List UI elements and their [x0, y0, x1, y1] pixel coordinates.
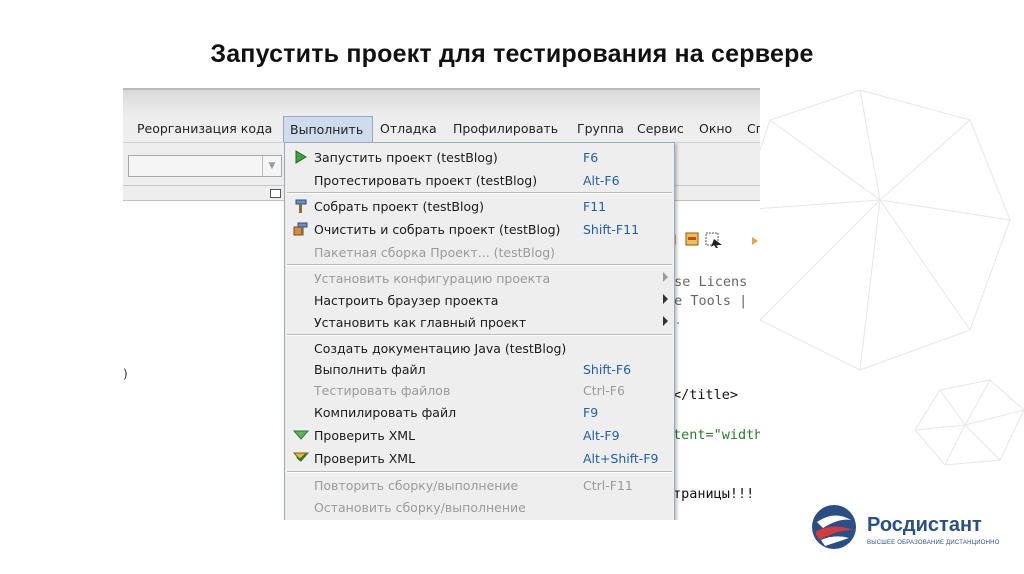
logo-globe-icon [812, 505, 856, 549]
menu-window[interactable]: Окно [699, 121, 732, 136]
menu-item-set-main-project[interactable]: Установить как главный проект [285, 312, 674, 332]
menu-separator [287, 471, 672, 473]
menu-item-test-project[interactable]: Протестировать проект (testBlog) Alt-F6 [285, 170, 674, 190]
ide-screenshot: Реорганизация кода Выполнить Отладка Про… [123, 88, 760, 520]
menu-refactor[interactable]: Реорганизация кода [137, 121, 272, 136]
menu-team[interactable]: Группа [577, 121, 624, 136]
check-xml-icon [293, 430, 309, 440]
menu-item-generate-javadoc[interactable]: Создать документацию Java (testBlog) [285, 338, 674, 358]
validate-xml-icon [293, 452, 309, 462]
menu-item-validate-xml[interactable]: Проверить XML Alt+Shift-F9 [285, 448, 674, 468]
menu-separator [287, 334, 672, 336]
menu-separator [287, 264, 672, 266]
menu-tools[interactable]: Сервис [637, 121, 684, 136]
chevron-down-icon[interactable]: ▼ [262, 156, 281, 176]
menu-item-stop-build[interactable]: Остановить сборку/выполнение [285, 497, 674, 517]
code-line: </title> [673, 387, 739, 403]
menu-item-check-xml[interactable]: Проверить XML Alt-F9 [285, 425, 674, 445]
menu-item-repeat-build[interactable]: Повторить сборку/выполнение Ctrl-F11 [285, 475, 674, 495]
code-line: траницы!!! [673, 486, 755, 502]
menu-bar: Реорганизация кода Выполнить Отладка Про… [123, 116, 760, 143]
hammer-icon [295, 199, 307, 213]
menu-help[interactable]: Сп [747, 121, 760, 136]
clean-build-icon [293, 222, 308, 236]
menu-item-run-file[interactable]: Выполнить файл Shift-F6 [285, 359, 674, 379]
menu-item-compile-file[interactable]: Компилировать файл F9 [285, 402, 674, 422]
run-icon [295, 150, 307, 164]
submenu-arrow-icon [663, 294, 668, 304]
menu-separator [287, 192, 672, 194]
submenu-arrow-icon [663, 272, 668, 282]
slide-title: Запустить проект для тестирования на сер… [210, 40, 814, 68]
menu-item-clean-build[interactable]: Очистить и собрать проект (testBlog) Shi… [285, 219, 674, 239]
code-fragment: ) [123, 367, 128, 381]
code-line: tent="width [673, 427, 760, 443]
geodesic-background-decoration [740, 89, 1024, 466]
submenu-arrow-icon [663, 316, 668, 326]
logo-name: Росдистант [867, 514, 982, 536]
window-title-strip [123, 88, 760, 118]
run-menu-dropdown: Запустить проект (testBlog) F6 Протестир… [284, 142, 675, 520]
code-line: ose Licens [666, 274, 748, 290]
rosdistant-logo: Росдистант ВЫСШЕЕ ОБРАЗОВАНИЕ ДИСТАНЦИОН… [809, 502, 999, 554]
menu-item-batch-build[interactable]: Пакетная сборка Проект... (testBlog) [285, 242, 674, 262]
menu-item-set-configuration[interactable]: Установить конфигурацию проекта [285, 268, 674, 288]
menu-item-test-file[interactable]: Тестировать файлов Ctrl-F6 [285, 380, 674, 400]
logo-tagline: ВЫСШЕЕ ОБРАЗОВАНИЕ ДИСТАНЦИОННО [867, 540, 1000, 546]
configuration-combobox[interactable]: ▼ [128, 155, 282, 177]
menu-profile[interactable]: Профилировать [453, 121, 558, 136]
menu-item-set-browser[interactable]: Настроить браузер проекта [285, 290, 674, 310]
code-line: se Tools | [666, 293, 748, 309]
menu-debug[interactable]: Отладка [380, 121, 437, 136]
menu-item-build-project[interactable]: Собрать проект (testBlog) F11 [285, 196, 674, 216]
minimize-icon[interactable] [270, 189, 281, 198]
menu-run[interactable]: Выполнить [283, 116, 373, 142]
menu-item-run-project[interactable]: Запустить проект (testBlog) F6 [285, 147, 674, 167]
editor-toolbar-icons [666, 232, 758, 248]
